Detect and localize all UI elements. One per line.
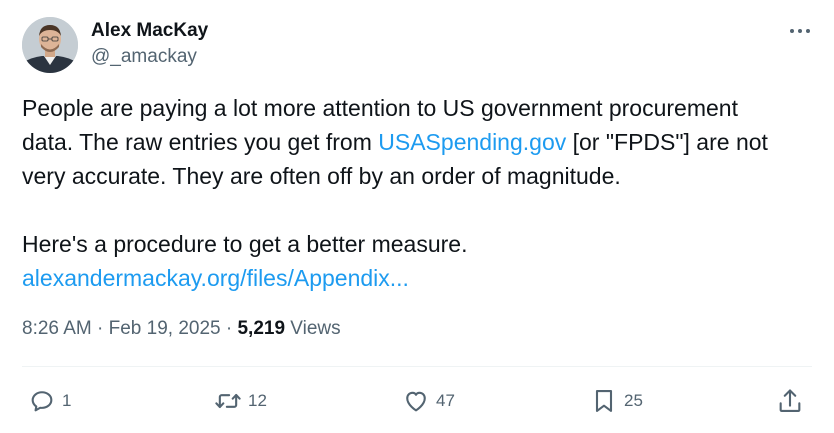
like-button[interactable]: 47 (402, 381, 455, 421)
bookmark-count: 25 (624, 391, 643, 410)
tweet-line: Here's a procedure to get a better measu… (22, 231, 468, 257)
retweet-count: 12 (248, 391, 267, 410)
more-options-button[interactable] (788, 21, 812, 41)
share-button[interactable] (776, 381, 804, 421)
heart-icon (406, 391, 426, 412)
like-count: 47 (436, 391, 455, 410)
meta-separator: · (91, 318, 109, 339)
author-handle[interactable]: @_amackay (91, 45, 208, 69)
author-display-name[interactable]: Alex MacKay (91, 19, 208, 43)
avatar-photo-icon (22, 17, 78, 73)
more-horizontal-icon (790, 29, 810, 33)
tweet-line: very accurate. They are often off by an … (22, 163, 621, 189)
tweet-text-segment: data. The raw entries you get from (22, 129, 379, 155)
share-icon (779, 389, 801, 412)
meta-separator: · (220, 318, 238, 339)
reply-icon (31, 391, 53, 412)
tweet-text: People are paying a lot more attention t… (22, 91, 812, 295)
bookmark-button[interactable]: 25 (590, 381, 643, 421)
divider (22, 366, 812, 367)
views-count[interactable]: 5,219 (237, 318, 285, 339)
tweet-time[interactable]: 8:26 AM (22, 318, 92, 339)
tweet-date[interactable]: Feb 19, 2025 (109, 318, 221, 339)
bookmark-icon (595, 390, 613, 412)
appendix-link[interactable]: alexandermackay.org/files/Appendix... (22, 265, 409, 291)
tweet-meta: 8:26 AM · Feb 19, 2025 · 5,219 Views (22, 316, 341, 342)
tweet: Alex MacKay @_amackay People are paying … (0, 0, 834, 433)
retweet-button[interactable]: 12 (214, 381, 267, 421)
tweet-line: data. The raw entries you get from USASp… (22, 125, 812, 159)
tweet-header: Alex MacKay @_amackay (22, 15, 812, 75)
views-label: Views (285, 318, 341, 339)
tweet-line: alexandermackay.org/files/Appendix... (22, 261, 812, 295)
reply-button[interactable]: 1 (28, 381, 71, 421)
retweet-icon (215, 393, 241, 409)
reply-count: 1 (62, 391, 72, 410)
tweet-text-segment: [or "FPDS"] are not (566, 129, 768, 155)
action-bar: 1 12 47 25 (22, 381, 812, 421)
avatar[interactable] (22, 17, 78, 73)
tweet-line: People are paying a lot more attention t… (22, 95, 738, 121)
author-names: Alex MacKay @_amackay (91, 19, 208, 69)
usaspending-link[interactable]: USASpending.gov (378, 129, 566, 155)
